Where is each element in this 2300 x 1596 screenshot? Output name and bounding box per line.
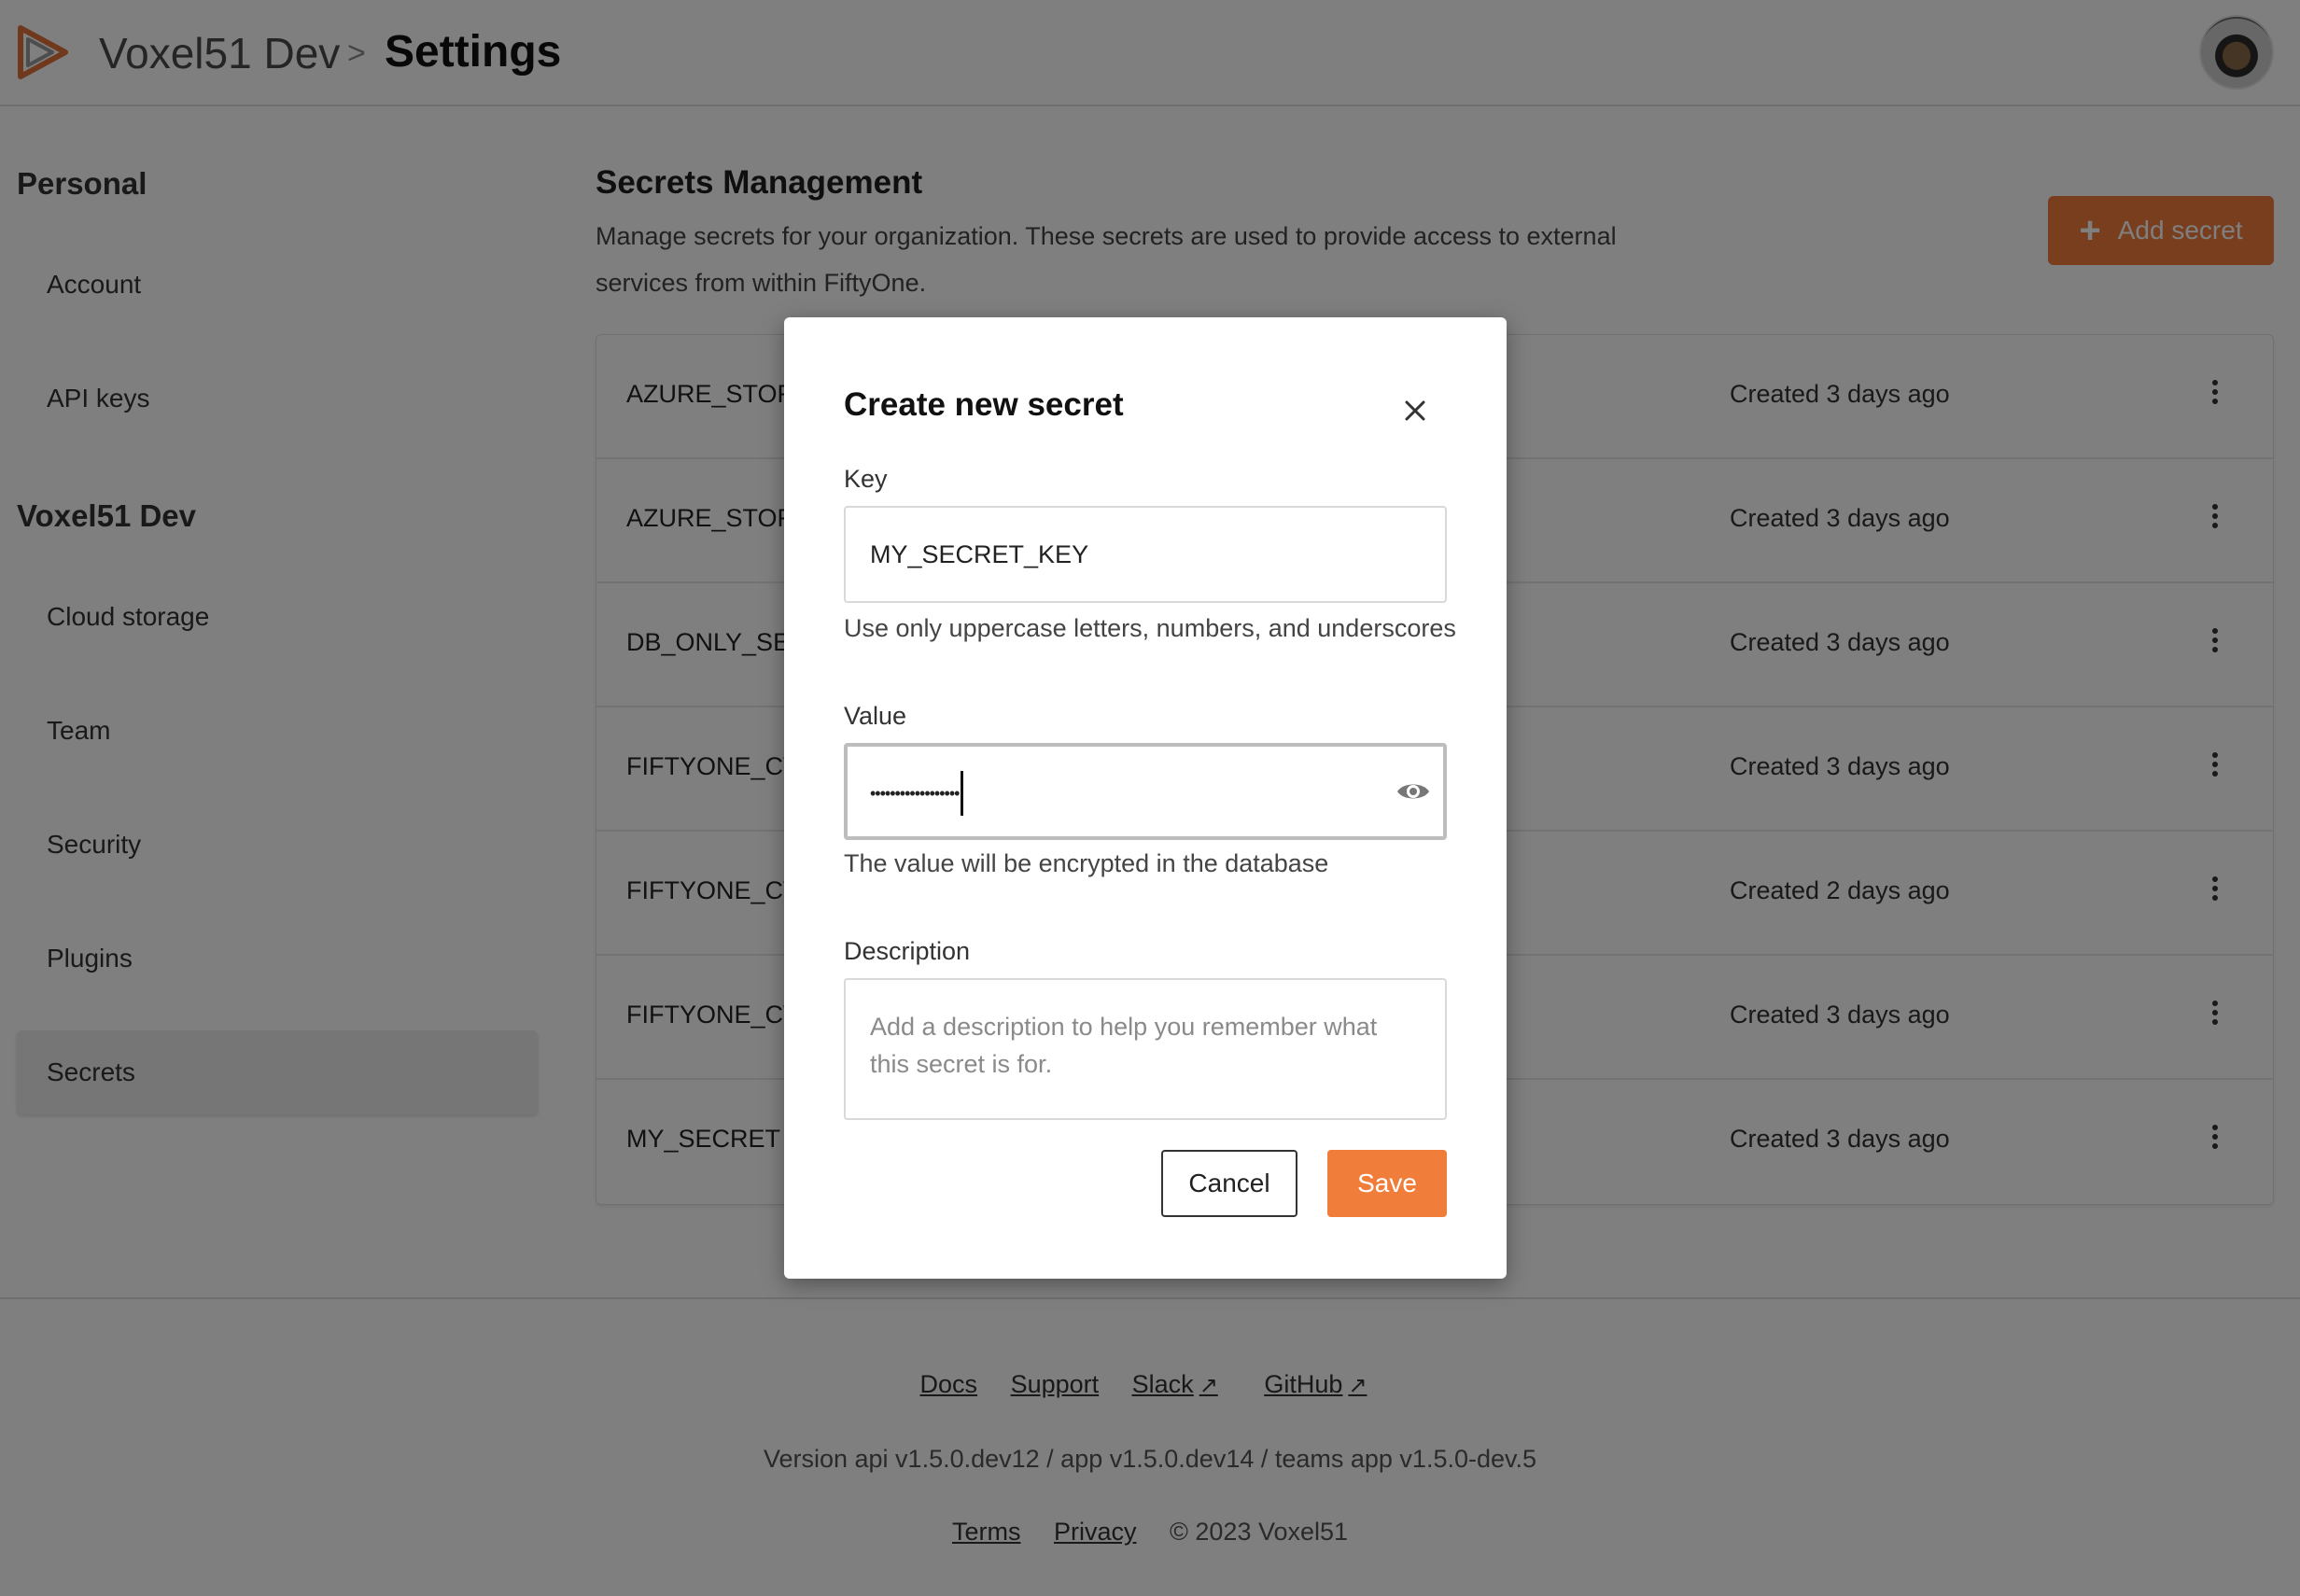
value-input[interactable]: •••••••••••••••••• [844,743,1447,840]
description-label: Description [844,937,971,965]
text-caret [961,770,964,816]
value-label: Value [844,702,907,730]
show-password-eye-icon[interactable] [1395,773,1432,810]
key-helper-text: Use only uppercase letters, numbers, and… [844,614,1456,642]
close-icon[interactable] [1396,392,1434,429]
save-button[interactable]: Save [1327,1150,1447,1217]
description-textarea[interactable]: Add a description to help you remember w… [844,978,1447,1120]
cancel-button[interactable]: Cancel [1161,1150,1297,1217]
dialog-title: Create new secret [844,386,1124,423]
masked-value: •••••••••••••••••• [870,783,960,803]
create-secret-dialog: Create new secret Key MY_SECRET_KEY Use … [784,317,1507,1279]
value-helper-text: The value will be encrypted in the datab… [844,849,1329,877]
key-label: Key [844,465,888,493]
key-input[interactable]: MY_SECRET_KEY [844,506,1447,603]
